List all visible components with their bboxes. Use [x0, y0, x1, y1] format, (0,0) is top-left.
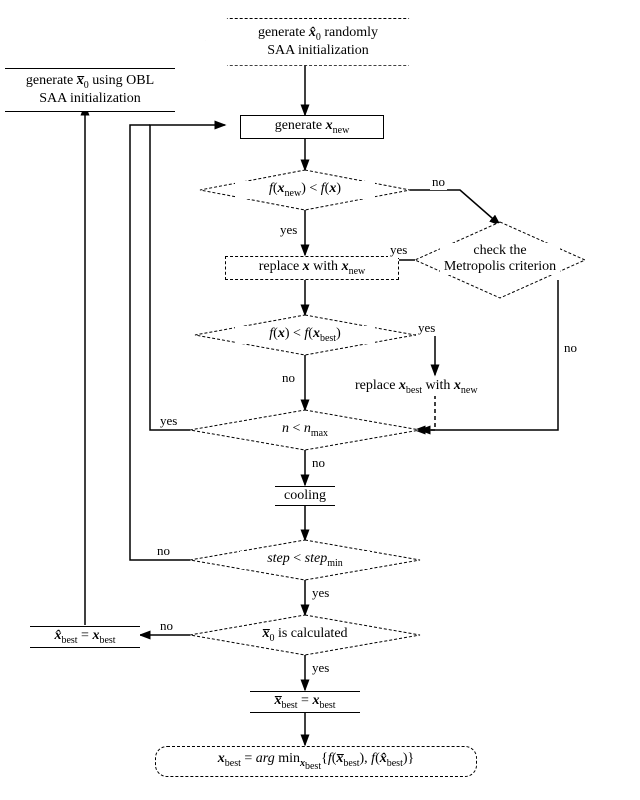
node-start: generate x̂0 randomlySAA initialization [205, 18, 431, 66]
node-cmp-fnew: f(xnew) < f(x) [235, 181, 375, 199]
node-gen-xnew: generate xnew [240, 115, 384, 139]
lbl-no-s: no [155, 543, 172, 559]
cooling-label: cooling [284, 488, 326, 503]
cmp-step-label: step < stepmin [267, 551, 343, 566]
lbl-yes-c: yes [310, 660, 331, 676]
lbl-no-m: no [562, 340, 579, 356]
lbl-no-b: no [280, 370, 297, 386]
node-metro: check theMetropolis criterion [440, 243, 560, 275]
node-replace-best: replace xbest with xnew [355, 378, 535, 396]
node-calc-xbar: x̅0 is calculated [245, 626, 365, 644]
node-final: xbest = arg minxbest{f(x̅best), f(x̂best… [155, 746, 477, 777]
lbl-no-1: no [430, 174, 447, 190]
node-cmp-step: step < stepmin [240, 551, 370, 569]
node-obl: generate x̅0 using OBLSAA initialization [5, 68, 175, 112]
gen-xnew-label: generate xnew [275, 118, 350, 133]
replace-best-label: replace xbest with xnew [355, 378, 478, 393]
node-bar-eq: x̅best = xbest [250, 691, 360, 713]
lbl-yes-b: yes [416, 320, 437, 336]
node-cooling: cooling [275, 486, 335, 506]
lbl-yes-n: yes [158, 413, 179, 429]
metro-label: check theMetropolis criterion [444, 243, 556, 274]
lbl-yes-m: yes [388, 242, 409, 258]
cmp-fnew-label: f(xnew) < f(x) [269, 181, 341, 196]
calc-xbar-label: x̅0 is calculated [262, 626, 347, 641]
cmp-fbest-label: f(x) < f(xbest) [269, 326, 340, 341]
node-cmp-fbest: f(x) < f(xbest) [235, 326, 375, 344]
node-hat-eq: x̂best = xbest [30, 626, 140, 648]
obl-label: generate x̅0 using OBLSAA initialization [26, 73, 154, 106]
node-replace-x: replace x with xnew [225, 256, 399, 280]
lbl-yes-s: yes [310, 585, 331, 601]
lbl-no-n: no [310, 455, 327, 471]
replace-x-label: replace x with xnew [259, 259, 365, 274]
bar-eq-label: x̅best = xbest [274, 693, 335, 708]
start-label: generate x̂0 randomlySAA initialization [258, 25, 378, 58]
cmp-n-label: n < nmax [282, 421, 328, 436]
lbl-no-c: no [158, 618, 175, 634]
node-cmp-n: n < nmax [260, 421, 350, 439]
lbl-yes-1: yes [278, 222, 299, 238]
hat-eq-label: x̂best = xbest [54, 628, 115, 643]
final-label: xbest = arg minxbest{f(x̅best), f(x̂best… [218, 751, 414, 766]
